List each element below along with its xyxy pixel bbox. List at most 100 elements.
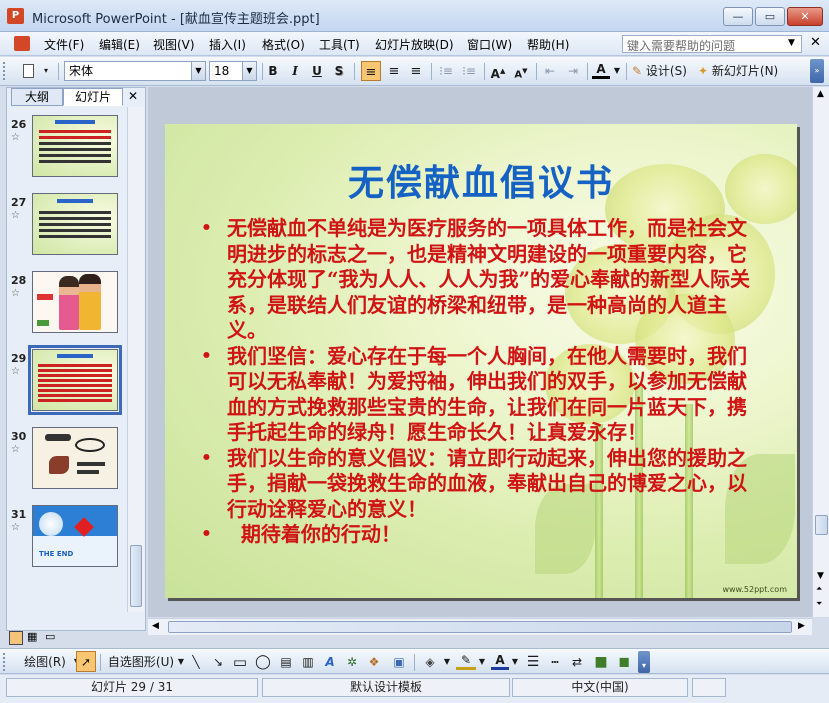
menu-help[interactable]: 帮助(H) (527, 36, 569, 53)
textbox-tool-icon[interactable]: ▤ (277, 652, 295, 672)
chevron-down-icon[interactable]: ▼ (442, 652, 452, 672)
toolbar-grip[interactable] (3, 62, 6, 80)
font-name-combo[interactable]: 宋体 ▼ (64, 61, 206, 81)
close-button[interactable]: ✕ (787, 7, 823, 26)
menu-edit[interactable]: 编辑(E) (99, 36, 140, 53)
slide-thumbnail-current[interactable] (28, 345, 122, 415)
clipart-icon[interactable]: ❖ (365, 652, 383, 672)
bullet-item: • 我们以生命的意义倡议：请立即行动起来，伸出您的援助之手，捐献一袋挽救生命的血液… (201, 446, 761, 523)
diagram-icon[interactable]: ✲ (343, 652, 361, 672)
design-template-status[interactable]: 默认设计模板 (262, 678, 510, 697)
slide-thumbnail[interactable] (32, 115, 118, 177)
minimize-button[interactable]: — (723, 7, 753, 26)
design-button[interactable]: ✎ 设计(S) (632, 61, 694, 81)
restore-button[interactable]: ▭ (755, 7, 785, 26)
scroll-right-icon[interactable]: ▶ (798, 621, 805, 631)
scroll-left-icon[interactable]: ◀ (152, 621, 159, 631)
toolbar-grip[interactable] (3, 653, 6, 671)
scrollbar-thumb[interactable] (815, 515, 828, 535)
shadow-style-icon[interactable]: ■ (592, 652, 610, 672)
help-search-input[interactable]: 键入需要帮助的问题 (622, 35, 802, 53)
autoshapes-menu-button[interactable]: 自选图形(U) (104, 652, 178, 672)
picture-icon[interactable]: ▣ (390, 652, 408, 672)
rectangle-tool-icon[interactable]: ▭ (231, 652, 249, 672)
numbered-list-icon[interactable]: ⁝≡ (436, 61, 456, 81)
decrease-font-icon[interactable]: A▼ (511, 61, 531, 81)
doc-close-icon[interactable]: ✕ (810, 35, 821, 50)
chevron-down-icon[interactable]: ▼ (176, 652, 186, 672)
underline-button[interactable]: U (308, 61, 326, 81)
scrollbar-thumb[interactable] (168, 621, 792, 633)
bold-button[interactable]: B (264, 61, 282, 81)
align-right-button[interactable]: ≡ (406, 61, 426, 81)
tab-outline[interactable]: 大纲 (11, 88, 63, 106)
slide-canvas[interactable]: 无偿献血倡议书 • 无偿献血不单纯是为医疗服务的一项具体工作，而是社会文明进步的标… (165, 124, 797, 598)
menu-slideshow[interactable]: 幻灯片放映(D) (375, 36, 454, 53)
new-document-icon[interactable] (18, 61, 38, 81)
slide-thumbnail[interactable] (32, 193, 118, 255)
toolbar-overflow-button[interactable]: ▾ (638, 651, 650, 673)
line-color-icon[interactable]: ✎ (456, 652, 476, 670)
oval-tool-icon[interactable]: ◯ (253, 652, 273, 672)
previous-slide-icon[interactable]: ⏶ (816, 584, 822, 594)
bullet-text: 期待着你的行动！ (227, 522, 401, 546)
chevron-down-icon[interactable]: ▼ (242, 62, 256, 80)
arrow-tool-icon[interactable]: ↘ (209, 652, 227, 672)
slide-thumbnail[interactable] (32, 271, 118, 333)
slide-vertical-scrollbar[interactable]: ▲ ▼ ⏶ ⏷ (812, 87, 829, 617)
menu-window[interactable]: 窗口(W) (467, 36, 512, 53)
text-color-icon[interactable]: A (491, 652, 509, 670)
scrollbar-thumb[interactable] (130, 545, 142, 607)
tab-slides[interactable]: 幻灯片 (63, 88, 123, 106)
help-dropdown-icon[interactable]: ▼ (788, 38, 795, 48)
toolbar-overflow-button[interactable]: » (810, 59, 824, 83)
chevron-down-icon[interactable]: ▼ (510, 652, 520, 672)
font-color-button[interactable]: A (592, 61, 610, 79)
wordart-icon[interactable]: A (321, 652, 339, 672)
chevron-down-icon[interactable]: ▼ (477, 652, 487, 672)
shadow-button[interactable]: S (330, 61, 348, 81)
toolbar-separator (536, 63, 537, 80)
align-left-button[interactable]: ≡ (361, 61, 381, 81)
slide-thumbnail[interactable]: THE END (32, 505, 118, 567)
line-tool-icon[interactable]: ╲ (187, 652, 205, 672)
arrow-style-icon[interactable]: ⇄ (568, 652, 586, 672)
toolbar-separator (431, 63, 432, 80)
align-center-button[interactable]: ≡ (384, 61, 404, 81)
3d-style-icon[interactable]: ◼ (615, 652, 633, 672)
menu-format[interactable]: 格式(O) (262, 36, 305, 53)
select-pointer-icon[interactable]: ➚ (76, 651, 96, 672)
slide-thumbnail[interactable] (32, 427, 118, 489)
italic-button[interactable]: I (286, 61, 304, 81)
new-slide-button[interactable]: ✦ 新幻灯片(N) (698, 61, 786, 81)
dash-style-icon[interactable]: ┅ (546, 652, 564, 672)
line-style-icon[interactable]: ☰ (524, 652, 542, 672)
next-slide-icon[interactable]: ⏷ (816, 599, 822, 609)
scroll-up-icon[interactable]: ▲ (817, 89, 824, 99)
document-icon[interactable] (14, 36, 30, 51)
decrease-indent-icon[interactable]: ⇤ (540, 61, 560, 81)
chevron-down-icon[interactable]: ▼ (191, 62, 205, 80)
normal-view-icon[interactable] (9, 631, 23, 645)
increase-font-icon[interactable]: A▲ (488, 61, 508, 81)
slideshow-icon[interactable]: ▭ (45, 631, 59, 645)
bullet-list-icon[interactable]: ⁝≡ (459, 61, 479, 81)
chevron-down-icon[interactable]: ▼ (612, 61, 622, 81)
toolbar-options-icon[interactable]: ▾ (40, 61, 52, 81)
menu-insert[interactable]: 插入(I) (209, 36, 246, 53)
scroll-down-icon[interactable]: ▼ (817, 571, 824, 581)
vertical-textbox-icon[interactable]: ▥ (299, 652, 317, 672)
menu-tools[interactable]: 工具(T) (319, 36, 360, 53)
font-size-combo[interactable]: 18 ▼ (209, 61, 257, 81)
slide-sorter-icon[interactable]: ▦ (27, 631, 41, 645)
menu-file[interactable]: 文件(F) (44, 36, 84, 53)
slide-body[interactable]: • 无偿献血不单纯是为医疗服务的一项具体工作，而是社会文明进步的标志之一，也是精神… (201, 216, 761, 548)
menu-view[interactable]: 视图(V) (153, 36, 195, 53)
pane-close-icon[interactable]: ✕ (128, 89, 138, 103)
increase-indent-icon[interactable]: ⇥ (563, 61, 583, 81)
thumbnail-scrollbar[interactable] (127, 107, 144, 612)
draw-menu-button[interactable]: 绘图(R) (18, 652, 72, 672)
toolbar-separator (587, 63, 588, 80)
slide-horizontal-scrollbar[interactable]: ◀ ▶ (148, 618, 812, 635)
fill-color-icon[interactable]: ◈ (420, 652, 440, 672)
